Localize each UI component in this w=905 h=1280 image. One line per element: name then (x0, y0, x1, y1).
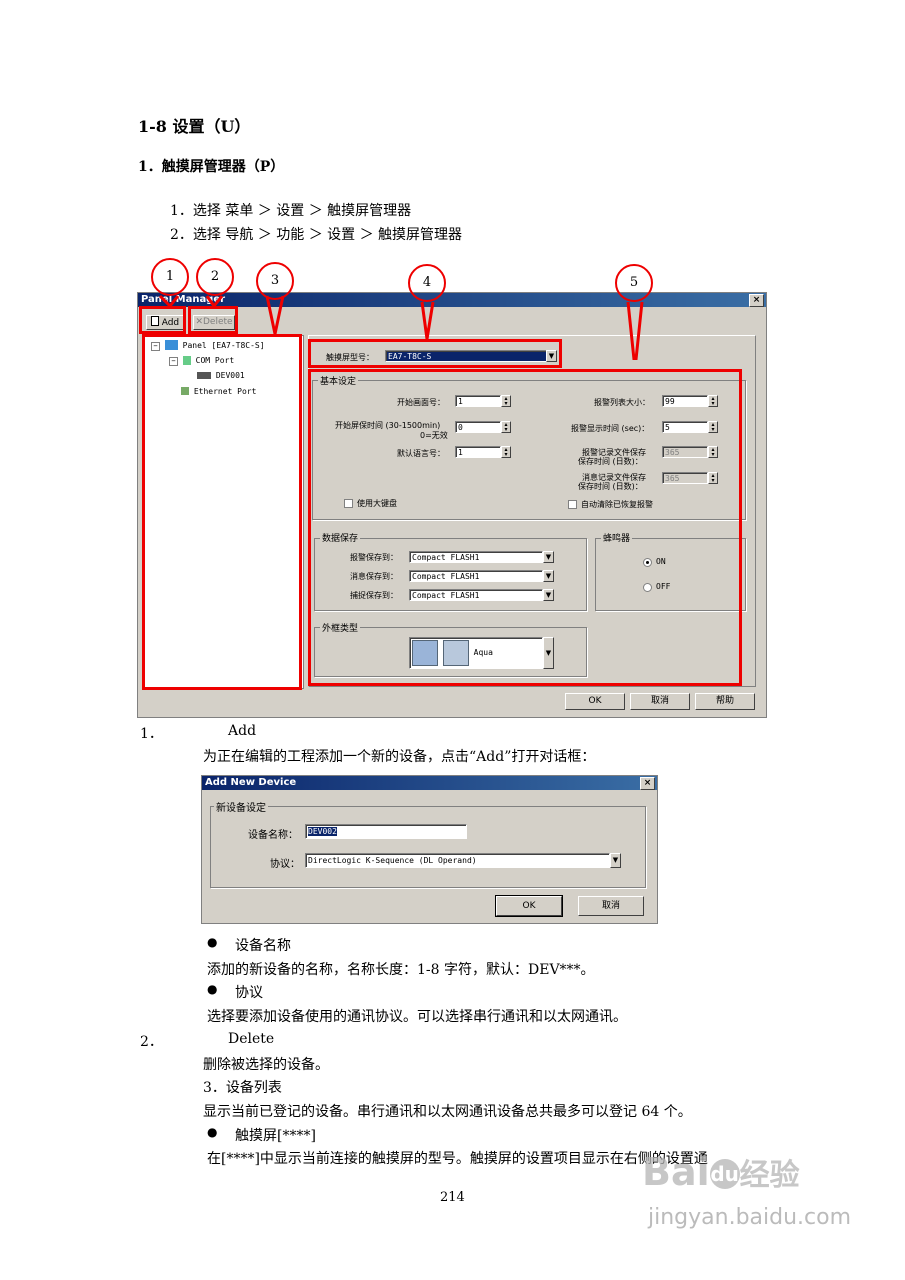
item1-description: 为正在编辑的工程添加一个新的设备，点击“Add”打开对话框： (203, 749, 596, 765)
callout-circle-2: 2 (196, 258, 234, 296)
bullet-icon: ● (207, 1125, 218, 1139)
new-device-group (210, 806, 646, 888)
bullet2-description: 选择要添加设备使用的通讯协议。可以选择串行通讯和以太网通讯。 (207, 1009, 627, 1025)
add-device-title: Add New Device (205, 777, 297, 788)
callout-box-3 (142, 334, 302, 690)
bullet3-description: 在[****]中显示当前连接的触摸屏的型号。触摸屏的设置项目显示在右侧的设置通 (207, 1151, 708, 1167)
close-icon[interactable]: × (640, 777, 655, 790)
watermark-url: jingyan.baidu.com (648, 1205, 852, 1230)
cancel-button[interactable]: 取消 (630, 693, 690, 710)
bullet-icon: ● (207, 935, 218, 949)
ok-button[interactable]: OK (565, 693, 625, 710)
paw-icon: du (709, 1159, 740, 1189)
item1-number: 1． (140, 726, 163, 742)
callout-connectors (158, 294, 644, 360)
add-device-titlebar: Add New Device × (202, 776, 657, 790)
protocol-select[interactable]: DirectLogic K-Sequence (DL Operand) (305, 853, 610, 868)
connector-2 (205, 295, 224, 309)
protocol-label: 协议： (270, 859, 300, 870)
connector-1 (158, 294, 180, 309)
new-device-group-label: 新设备设定 (214, 799, 268, 814)
item2-number: 2． (140, 1034, 163, 1050)
add-device-dialog: Add New Device × 新设备设定 设备名称： DEV002 协议： … (201, 775, 658, 924)
device-name-input[interactable]: DEV002 (305, 824, 467, 839)
callout-circle-5: 5 (615, 264, 653, 302)
callout-circle-3: 3 (256, 262, 294, 300)
dialog-ok-button[interactable]: OK (495, 895, 563, 917)
callout-circle-4: 4 (408, 264, 446, 302)
callout-box-5 (308, 369, 742, 686)
bullet1-title: 设备名称 (235, 938, 291, 954)
item3-description: 显示当前已登记的设备。串行通讯和以太网通讯设备总共最多可以登记 64 个。 (203, 1104, 692, 1120)
bullet3-title: 触摸屏[****] (235, 1128, 316, 1144)
bullet1-description: 添加的新设备的名称，名称长度：1-8 字符，默认：DEV***。 (207, 962, 595, 978)
bullet-icon: ● (207, 982, 218, 996)
baidu-watermark-logo: Baidu经验 (642, 1150, 800, 1194)
connector-4 (420, 301, 435, 340)
item3-title: 3．设备列表 (203, 1080, 282, 1096)
page-number: 214 (440, 1190, 465, 1205)
callout-circle-1: 1 (151, 258, 189, 296)
connector-5 (626, 301, 644, 360)
chevron-down-icon[interactable]: ▼ (610, 853, 621, 868)
item2-description: 删除被选择的设备。 (203, 1057, 329, 1073)
help-button[interactable]: 帮助 (695, 693, 755, 710)
bullet2-title: 协议 (235, 985, 263, 1001)
device-name-label: 设备名称： (248, 830, 298, 841)
item1-title: Add (228, 723, 257, 739)
connector-3 (265, 295, 285, 335)
item2-title: Delete (228, 1031, 275, 1047)
dialog-cancel-button[interactable]: 取消 (578, 896, 644, 916)
